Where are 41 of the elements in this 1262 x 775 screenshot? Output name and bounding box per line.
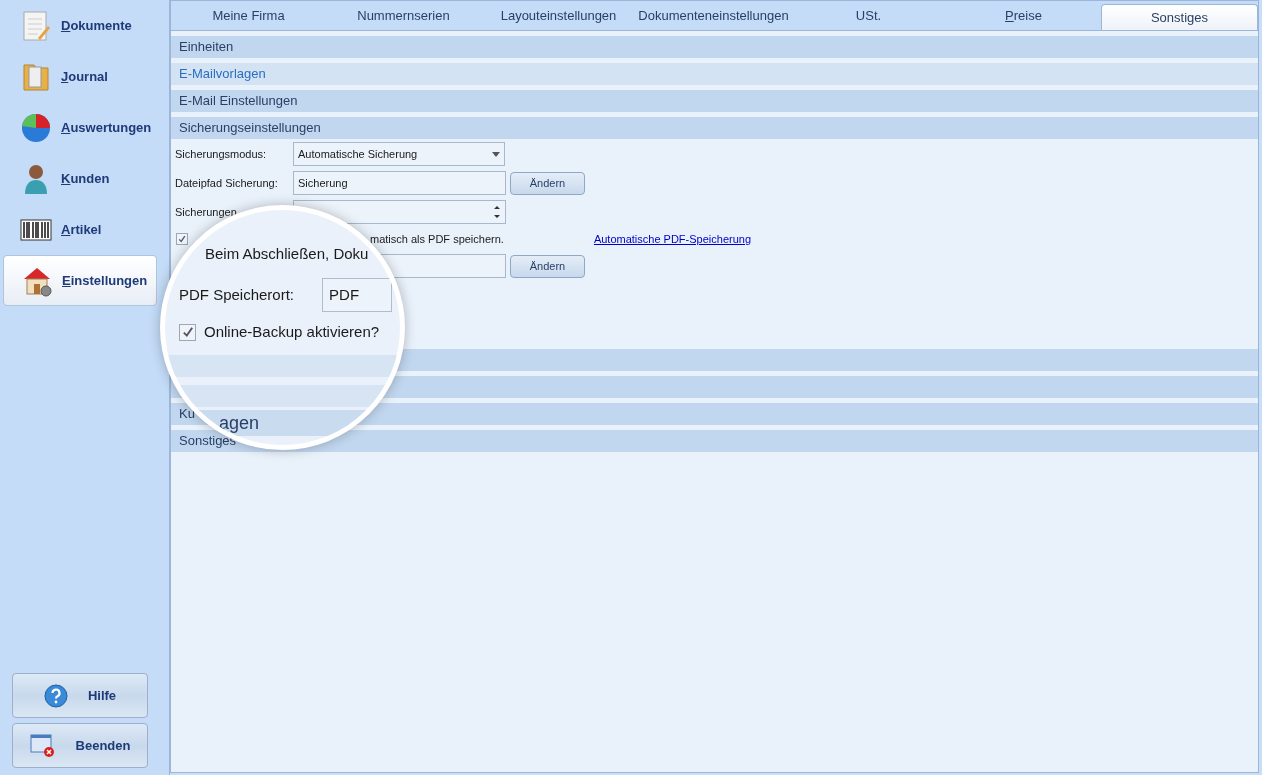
sidebar-item[interactable]: Auswertungen [3,102,157,153]
sidebar-item[interactable]: Einstellungen [3,255,157,306]
spinner-arrows-icon [494,205,500,219]
dropdown[interactable]: Automatische Sicherung [293,142,505,166]
barcode-icon [20,217,52,242]
magnified-label: PDF Speicherort: [179,284,295,305]
tab[interactable]: Meine Firma [171,1,326,30]
tab[interactable]: USt. [791,1,946,30]
section-header[interactable]: Einheiten [171,36,1258,58]
path-field[interactable]: Sicherung [293,171,506,195]
section-header[interactable]: Sicherungseinstellungen [171,117,1258,139]
checkbox[interactable] [179,323,196,341]
change-button[interactable]: Ändern [510,171,585,195]
section-header[interactable]: E-Mailvorlagen [171,63,1258,85]
pdf-saving-link[interactable]: Automatische PDF-Speicherung [593,230,752,248]
dropdown-caret-icon [492,151,500,157]
document-icon [21,9,51,42]
section-header[interactable]: E-Mail Einstellungen [171,90,1258,112]
tab[interactable]: Nummernserien [326,1,481,30]
sidebar-item[interactable]: Kunden [3,153,157,204]
sidebar-item[interactable]: Journal [3,51,157,102]
pie-chart-icon [20,111,52,144]
field-label: Sicherungsmodus: [175,146,268,162]
tab[interactable]: Layouteinstellungen [481,1,636,30]
magnified-checkbox-label: Online-Backup aktivieren? [204,322,380,342]
checkbox[interactable] [176,232,188,245]
help-icon [43,683,68,708]
sidebar-button[interactable]: Beenden [12,723,148,768]
field-label: Sicherungen [175,204,238,220]
sidebar-item[interactable]: Dokumente [3,0,157,51]
window-close-icon [29,733,56,758]
tab[interactable]: Sonstiges [1101,4,1258,30]
magnified-field: PDF [322,278,393,312]
tab[interactable]: Dokumenteneinstellungen [636,1,791,30]
field-label: Dateipfad Sicherung: [175,175,279,191]
change-button[interactable]: Ändern [510,254,585,278]
tab[interactable]: Preise [946,1,1101,30]
sidebar-button[interactable]: Hilfe [12,673,148,718]
checkbox-label: matisch als PDF speichern. [370,231,504,247]
magnified-text: Beim Abschließen, Doku [205,244,369,264]
sidebar-item[interactable]: Artikel [3,204,157,255]
